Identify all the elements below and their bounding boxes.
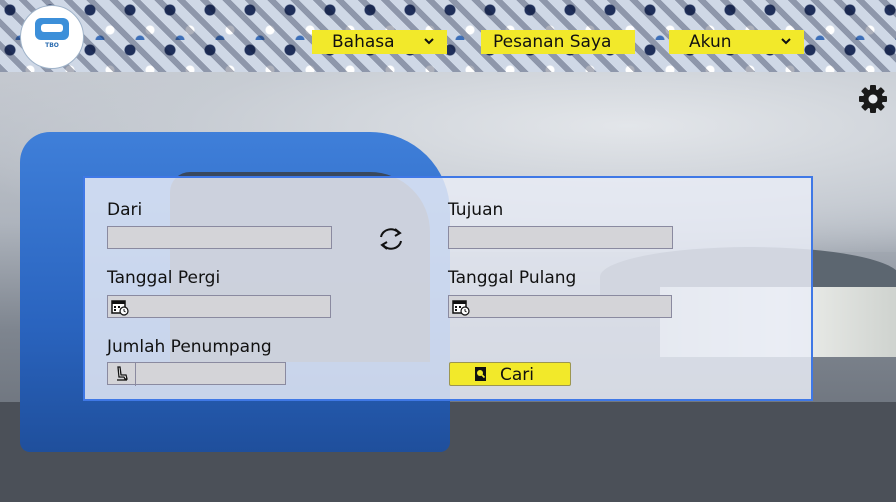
to-label: Tujuan	[448, 200, 504, 220]
chevron-down-icon	[423, 35, 435, 50]
logo-text: TBO	[45, 42, 59, 49]
swap-icon[interactable]	[376, 226, 406, 252]
search-button[interactable]: Cari	[449, 362, 571, 386]
calendar-icon	[111, 298, 129, 316]
nav-my-orders-label: Pesanan Saya	[493, 32, 612, 52]
return-date-label: Tanggal Pulang	[448, 268, 577, 288]
from-input[interactable]	[108, 228, 331, 249]
return-date-field[interactable]	[448, 295, 672, 318]
search-document-icon	[474, 366, 488, 382]
logo-bus-icon	[35, 18, 69, 40]
booking-form-panel: Dari Tujuan Tanggal Pergi Tanggal Pulang	[83, 176, 813, 401]
from-field[interactable]	[107, 226, 332, 249]
calendar-icon	[452, 298, 470, 316]
nav-language-button[interactable]: Bahasa	[312, 30, 447, 54]
nav-account-label: Akun	[689, 32, 732, 52]
search-button-label: Cari	[500, 365, 534, 385]
to-field[interactable]	[448, 226, 673, 249]
nav-language-label: Bahasa	[332, 32, 395, 52]
passengers-label: Jumlah Penumpang	[107, 337, 272, 357]
nav-my-orders-button[interactable]: Pesanan Saya	[481, 30, 635, 54]
seat-icon	[108, 363, 136, 386]
from-label: Dari	[107, 200, 143, 220]
gear-icon[interactable]	[857, 83, 889, 115]
passengers-field[interactable]	[107, 362, 286, 386]
to-input[interactable]	[449, 228, 672, 249]
app-logo[interactable]: TBO	[20, 5, 84, 69]
nav-account-button[interactable]: Akun	[669, 30, 804, 54]
chevron-down-icon	[780, 35, 792, 50]
depart-date-field[interactable]	[107, 295, 331, 318]
depart-date-label: Tanggal Pergi	[107, 268, 221, 288]
